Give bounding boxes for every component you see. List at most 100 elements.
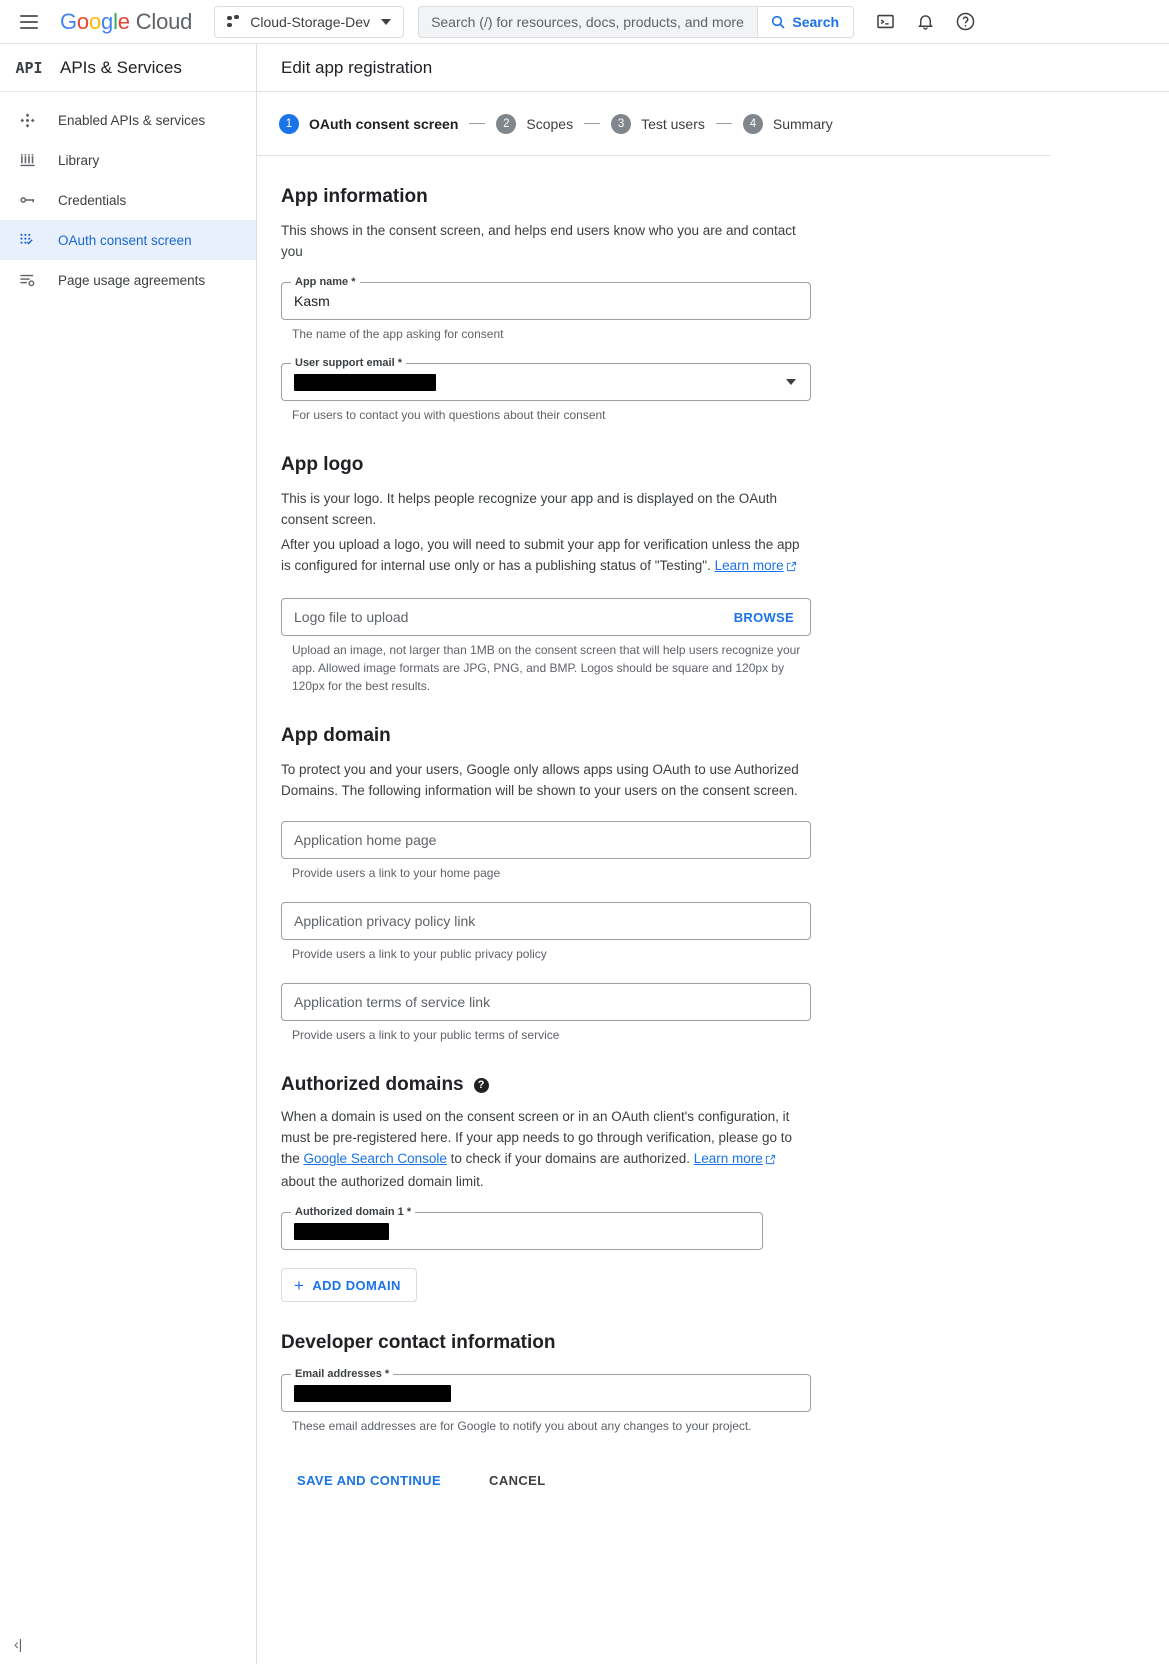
page-usage-icon: [16, 272, 38, 289]
project-dots-icon: [227, 14, 241, 29]
app-name-label: App name *: [291, 276, 360, 288]
browse-button[interactable]: BROWSE: [734, 610, 810, 625]
application-home-page-hint: Provide users a link to your home page: [292, 866, 501, 880]
external-link-icon: [786, 557, 797, 578]
search-input[interactable]: [419, 6, 758, 37]
main-content: Edit app registration 1 OAuth consent sc…: [257, 44, 1169, 1664]
app-domain-heading: App domain: [281, 725, 391, 746]
logo-word-cloud: Cloud: [135, 8, 193, 34]
user-support-email-field[interactable]: User support email *: [281, 357, 811, 401]
logo-letter-e: e: [117, 8, 130, 34]
search-button-label: Search: [792, 13, 840, 30]
chevron-down-icon[interactable]: [786, 379, 796, 385]
page-body: API APIs & Services Enabled APIs & servi…: [0, 44, 1169, 1664]
step-oauth-consent-screen[interactable]: 1 OAuth consent screen: [279, 113, 459, 134]
sidebar-item-label: OAuth consent screen: [58, 232, 192, 248]
app-name-hint: The name of the app asking for consent: [292, 327, 504, 341]
step-label: Scopes: [526, 115, 574, 132]
authorized-domains-learn-more-link[interactable]: Learn more: [694, 1151, 763, 1166]
application-privacy-policy-input[interactable]: [282, 903, 810, 939]
step-divider: [469, 123, 486, 124]
sidebar-item-library[interactable]: Library: [0, 140, 256, 180]
oauth-consent-icon: [16, 232, 38, 249]
developer-email-addresses-label: Email addresses *: [291, 1368, 394, 1380]
api-logo-icon: API: [15, 58, 43, 77]
form-content: App information This shows in the consen…: [257, 186, 1169, 1498]
project-name: Cloud-Storage-Dev: [250, 13, 371, 30]
logo-letter-o1: o: [76, 8, 89, 34]
developer-contact-hint: These email addresses are for Google to …: [292, 1419, 752, 1433]
notifications-bell-icon[interactable]: [912, 9, 938, 35]
search-button[interactable]: Search: [757, 6, 854, 37]
user-support-email-label: User support email *: [291, 357, 406, 369]
add-domain-button[interactable]: + ADD DOMAIN: [281, 1268, 417, 1302]
search-bar[interactable]: Search: [418, 5, 855, 38]
search-icon: [772, 15, 785, 29]
help-question-icon[interactable]: ?: [473, 1077, 489, 1093]
sidebar: API APIs & Services Enabled APIs & servi…: [0, 44, 257, 1664]
page-title: Edit app registration: [281, 57, 433, 77]
step-divider: [715, 123, 732, 124]
user-support-email-redacted-value: [294, 373, 436, 391]
developer-contact-heading: Developer contact information: [281, 1332, 556, 1353]
app-information-description: This shows in the consent screen, and he…: [281, 223, 796, 259]
collapse-sidebar-button[interactable]: ‹|: [14, 1636, 22, 1652]
step-number: 3: [611, 113, 632, 134]
cloud-shell-icon[interactable]: [872, 9, 898, 35]
step-scopes[interactable]: 2 Scopes: [496, 113, 574, 134]
authorized-domains-description: When a domain is used on the consent scr…: [281, 1106, 809, 1192]
sidebar-header: API APIs & Services: [0, 44, 256, 92]
logo-upload-hint: Upload an image, not larger than 1MB on …: [292, 643, 801, 693]
logo-upload-field[interactable]: BROWSE: [281, 598, 811, 636]
application-terms-of-service-input[interactable]: [282, 984, 810, 1020]
sidebar-item-label: Page usage agreements: [58, 272, 206, 288]
step-divider: [584, 123, 601, 124]
sidebar-item-credentials[interactable]: Credentials: [0, 180, 256, 220]
logo-upload-input[interactable]: [282, 599, 734, 635]
chevron-down-icon: [381, 18, 392, 25]
sidebar-item-oauth-consent-screen[interactable]: OAuth consent screen: [0, 220, 256, 260]
app-name-input[interactable]: [282, 283, 810, 319]
step-number: 1: [279, 113, 299, 134]
authorized-domains-text-b: to check if your domains are authorized.: [446, 1151, 694, 1166]
library-icon: [16, 152, 38, 169]
sidebar-item-enabled-apis[interactable]: Enabled APIs & services: [0, 100, 256, 140]
step-test-users[interactable]: 3 Test users: [611, 113, 705, 134]
google-search-console-link[interactable]: Google Search Console: [304, 1151, 447, 1166]
step-number: 4: [742, 113, 763, 134]
application-privacy-policy-field[interactable]: [281, 902, 811, 940]
application-privacy-policy-hint: Provide users a link to your public priv…: [292, 947, 547, 961]
authorized-domain-1-label: Authorized domain 1 *: [291, 1206, 416, 1218]
app-logo-learn-more-link[interactable]: Learn more: [715, 558, 784, 573]
page-header: Edit app registration: [257, 44, 1169, 92]
logo-letter-o2: o: [88, 8, 102, 34]
save-and-continue-button[interactable]: SAVE AND CONTINUE: [281, 1463, 458, 1498]
logo-letter-g: G: [60, 8, 77, 34]
hamburger-menu-icon[interactable]: [12, 5, 46, 39]
authorized-domains-text-c: about the authorized domain limit.: [281, 1174, 484, 1189]
app-name-field[interactable]: App name *: [281, 276, 811, 320]
project-picker[interactable]: Cloud-Storage-Dev: [214, 5, 405, 38]
plus-icon: +: [294, 1275, 305, 1295]
application-home-page-field[interactable]: [281, 821, 811, 859]
external-link-icon: [765, 1150, 776, 1171]
authorized-domain-1-field[interactable]: Authorized domain 1 *: [281, 1206, 763, 1250]
sidebar-item-label: Library: [58, 152, 100, 168]
authorized-domains-heading: Authorized domains?: [281, 1074, 1074, 1096]
help-question-icon[interactable]: [952, 9, 978, 35]
developer-email-addresses-field[interactable]: Email addresses *: [281, 1368, 811, 1412]
sidebar-item-page-usage-agreements[interactable]: Page usage agreements: [0, 260, 256, 300]
step-summary[interactable]: 4 Summary: [742, 113, 833, 134]
google-cloud-logo[interactable]: Google Cloud: [60, 9, 192, 35]
user-support-email-hint: For users to contact you with questions …: [292, 408, 606, 422]
key-icon: [16, 191, 38, 209]
application-home-page-input[interactable]: [282, 822, 810, 858]
sidebar-item-label: Credentials: [58, 192, 127, 208]
cancel-button[interactable]: CANCEL: [477, 1463, 558, 1498]
collapse-sidebar-icon: ‹|: [14, 1636, 23, 1652]
add-domain-label: ADD DOMAIN: [312, 1277, 401, 1293]
application-terms-of-service-field[interactable]: [281, 983, 811, 1021]
step-label: OAuth consent screen: [309, 115, 459, 132]
form-actions: SAVE AND CONTINUE CANCEL: [281, 1463, 1074, 1498]
step-label: Test users: [641, 115, 705, 132]
